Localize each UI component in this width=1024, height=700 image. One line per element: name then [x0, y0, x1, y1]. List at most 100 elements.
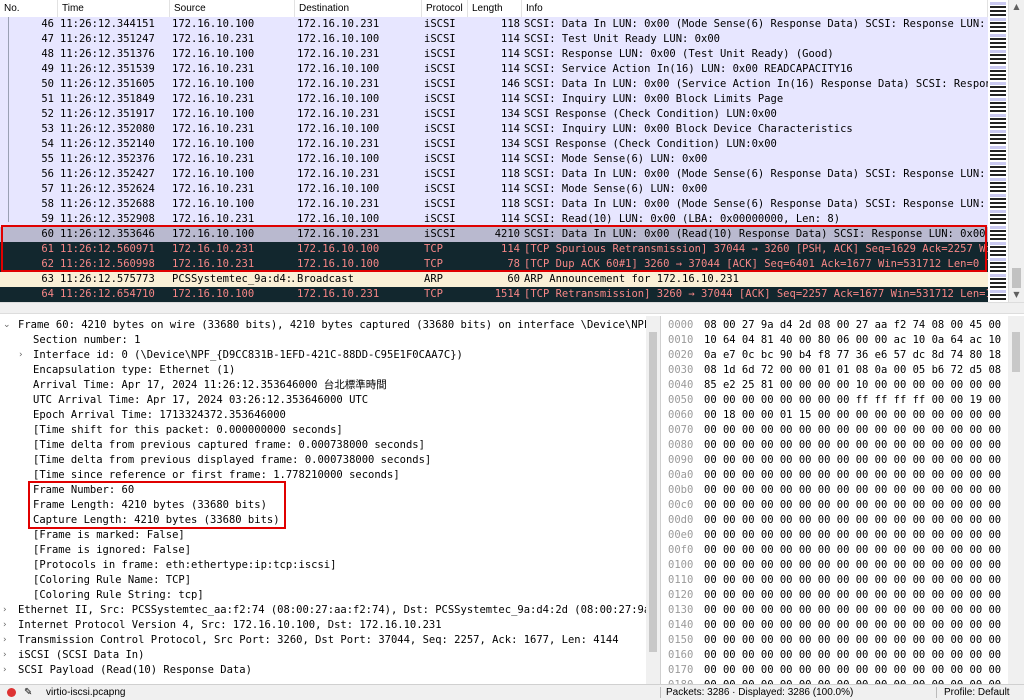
packet-row[interactable]: 52 11:26:12.351917 172.16.10.100 172.16.10.… — [0, 107, 988, 122]
packet-row[interactable]: 50 11:26:12.351605 172.16.10.100 172.16.10.… — [0, 77, 988, 92]
detail-row[interactable]: › SCSI Payload (Read(10) Response Data) — [0, 663, 660, 678]
bytes-row[interactable]: 0090 00 00 00 00 00 00 00 00 00 00 00 00 … — [662, 453, 1008, 468]
bytes-row[interactable]: 0030 08 1d 6d 72 00 00 01 01 08 0a 00 05 … — [662, 363, 1008, 378]
bytes-row[interactable]: 00c0 00 00 00 00 00 00 00 00 00 00 00 00 … — [662, 498, 1008, 513]
detail-row[interactable]: [Protocols in frame: eth:ethertype:ip:tc… — [0, 558, 660, 573]
expand-chevron-icon[interactable]: › — [3, 618, 13, 633]
expand-chevron-icon[interactable]: › — [3, 663, 13, 678]
packet-row[interactable]: 48 11:26:12.351376 172.16.10.100 172.16.10.… — [0, 47, 988, 62]
minimap-stripe — [990, 274, 1006, 277]
bytes-row[interactable]: 0150 00 00 00 00 00 00 00 00 00 00 00 00 … — [662, 633, 1008, 648]
detail-row[interactable]: [Coloring Rule Name: TCP] — [0, 573, 660, 588]
detail-row[interactable]: › Transmission Control Protocol, Src Port… — [0, 633, 660, 648]
packet-row[interactable]: 57 11:26:12.352624 172.16.10.231 172.16.10.… — [0, 182, 988, 197]
bytes-row[interactable]: 0010 10 64 04 81 40 00 80 06 00 00 ac 10 … — [662, 333, 1008, 348]
packet-row[interactable]: 63 11:26:12.575773 PCSSystemtec_9a:d4:… Bro… — [0, 272, 988, 287]
packet-bytes-pane[interactable]: 0000 08 00 27 9a d4 2d 08 00 27 aa f2 74 … — [662, 316, 1008, 684]
bytes-row[interactable]: 00b0 00 00 00 00 00 00 00 00 00 00 00 00 … — [662, 483, 1008, 498]
detail-row[interactable]: [Frame is ignored: False] — [0, 543, 660, 558]
edit-comment-icon[interactable]: ✎ — [24, 685, 32, 700]
bytes-row[interactable]: 0050 00 00 00 00 00 00 00 00 ff ff ff ff … — [662, 393, 1008, 408]
bytes-row[interactable]: 0000 08 00 27 9a d4 2d 08 00 27 aa f2 74 … — [662, 318, 1008, 333]
bytes-row[interactable]: 00d0 00 00 00 00 00 00 00 00 00 00 00 00 … — [662, 513, 1008, 528]
bytes-row[interactable]: 0120 00 00 00 00 00 00 00 00 00 00 00 00 … — [662, 588, 1008, 603]
bytes-row[interactable]: 00e0 00 00 00 00 00 00 00 00 00 00 00 00 … — [662, 528, 1008, 543]
capture-status-icon[interactable] — [7, 688, 16, 697]
col-header-destination[interactable]: Destination — [295, 0, 422, 17]
col-header-length[interactable]: Length — [468, 0, 522, 17]
packet-row[interactable]: 46 11:26:12.344151 172.16.10.100 172.16.10.… — [0, 17, 988, 32]
bytes-row[interactable]: 0020 0a e7 0c bc 90 b4 f8 77 36 e6 57 dc … — [662, 348, 1008, 363]
scroll-up-icon[interactable]: ▲ — [1009, 0, 1024, 14]
expand-chevron-icon[interactable]: › — [3, 603, 13, 618]
packet-row[interactable]: 59 11:26:12.352908 172.16.10.231 172.16.10.… — [0, 212, 988, 227]
detail-row[interactable]: ⌄ Frame 60: 4210 bytes on wire (33680 bit… — [0, 318, 660, 333]
bytes-row[interactable]: 0040 85 e2 25 81 00 00 00 00 10 00 00 00 … — [662, 378, 1008, 393]
detail-row[interactable]: [Time shift for this packet: 0.000000000… — [0, 423, 660, 438]
packet-minimap[interactable] — [988, 0, 1008, 302]
packet-row[interactable]: 58 11:26:12.352688 172.16.10.100 172.16.10.… — [0, 197, 988, 212]
bytes-row[interactable]: 0110 00 00 00 00 00 00 00 00 00 00 00 00 … — [662, 573, 1008, 588]
packet-list-scrollbar[interactable]: ▲ ▼ — [1008, 0, 1024, 302]
packet-row[interactable]: 64 11:26:12.654710 172.16.10.100 172.16.10.… — [0, 287, 988, 302]
detail-row[interactable]: Frame Number: 60 — [0, 483, 660, 498]
packet-row[interactable]: 54 11:26:12.352140 172.16.10.100 172.16.10.… — [0, 137, 988, 152]
profile-indicator[interactable]: Profile: Default — [944, 685, 1010, 700]
packet-row[interactable]: 53 11:26:12.352080 172.16.10.231 172.16.10.… — [0, 122, 988, 137]
packet-row[interactable]: 49 11:26:12.351539 172.16.10.231 172.16.10.… — [0, 62, 988, 77]
minimap-stripe — [990, 26, 1006, 28]
packet-details-pane[interactable]: ⌄ Frame 60: 4210 bytes on wire (33680 bit… — [0, 316, 661, 684]
expand-chevron-icon[interactable]: › — [19, 348, 29, 363]
packet-row[interactable]: 56 11:26:12.352427 172.16.10.100 172.16.10.… — [0, 167, 988, 182]
packet-row[interactable]: 55 11:26:12.352376 172.16.10.231 172.16.10.… — [0, 152, 988, 167]
col-header-protocol[interactable]: Protocol — [422, 0, 468, 17]
bytes-row[interactable]: 0070 00 00 00 00 00 00 00 00 00 00 00 00 … — [662, 423, 1008, 438]
detail-row[interactable]: [Frame is marked: False] — [0, 528, 660, 543]
details-scroll-thumb[interactable] — [649, 332, 657, 652]
detail-row[interactable]: Encapsulation type: Ethernet (1) — [0, 363, 660, 378]
packet-list-hscrollbar[interactable] — [0, 302, 1024, 314]
bytes-scrollbar[interactable] — [1008, 316, 1024, 684]
detail-row[interactable]: Arrival Time: Apr 17, 2024 11:26:12.3536… — [0, 378, 660, 393]
packet-row[interactable]: 47 11:26:12.351247 172.16.10.231 172.16.10.… — [0, 32, 988, 47]
detail-row[interactable]: › Internet Protocol Version 4, Src: 172.1… — [0, 618, 660, 633]
col-header-info[interactable]: Info — [522, 0, 988, 17]
bytes-row[interactable]: 0080 00 00 00 00 00 00 00 00 00 00 00 00 … — [662, 438, 1008, 453]
detail-row[interactable]: [Time delta from previous displayed fram… — [0, 453, 660, 468]
bytes-row[interactable]: 0060 00 18 00 00 01 15 00 00 00 00 00 00 … — [662, 408, 1008, 423]
detail-row[interactable]: Section number: 1 — [0, 333, 660, 348]
detail-row[interactable]: › Interface id: 0 (\Device\NPF_{D9CC831B-… — [0, 348, 660, 363]
detail-row[interactable]: [Coloring Rule String: tcp] — [0, 588, 660, 603]
collapse-chevron-icon[interactable]: ⌄ — [3, 318, 13, 333]
col-header-no[interactable]: No. — [0, 0, 58, 17]
packet-row[interactable]: 61 11:26:12.560971 172.16.10.231 172.16.10.… — [0, 242, 988, 257]
packet-row[interactable]: 51 11:26:12.351849 172.16.10.231 172.16.10.… — [0, 92, 988, 107]
bytes-row[interactable]: 00a0 00 00 00 00 00 00 00 00 00 00 00 00 … — [662, 468, 1008, 483]
col-header-source[interactable]: Source — [170, 0, 295, 17]
bytes-row[interactable]: 00f0 00 00 00 00 00 00 00 00 00 00 00 00 … — [662, 543, 1008, 558]
detail-row[interactable]: Epoch Arrival Time: 1713324372.353646000 — [0, 408, 660, 423]
packet-list[interactable]: No. Time Source Destination Protocol Len… — [0, 0, 988, 302]
detail-row[interactable]: › Ethernet II, Src: PCSSystemtec_aa:f2:74… — [0, 603, 660, 618]
bytes-row[interactable]: 0100 00 00 00 00 00 00 00 00 00 00 00 00 … — [662, 558, 1008, 573]
bytes-row[interactable]: 0160 00 00 00 00 00 00 00 00 00 00 00 00 … — [662, 648, 1008, 663]
expand-chevron-icon[interactable]: › — [3, 648, 13, 663]
details-scrollbar[interactable] — [646, 316, 660, 684]
detail-row[interactable]: › iSCSI (SCSI Data In) — [0, 648, 660, 663]
detail-row[interactable]: UTC Arrival Time: Apr 17, 2024 03:26:12.… — [0, 393, 660, 408]
scroll-thumb[interactable] — [1012, 268, 1021, 288]
packet-row[interactable]: 60 11:26:12.353646 172.16.10.100 172.16.10.… — [0, 227, 988, 242]
bytes-row[interactable]: 0170 00 00 00 00 00 00 00 00 00 00 00 00 … — [662, 663, 1008, 678]
col-header-time[interactable]: Time — [58, 0, 170, 17]
expand-chevron-icon[interactable]: › — [3, 633, 13, 648]
bytes-row[interactable]: 0130 00 00 00 00 00 00 00 00 00 00 00 00 … — [662, 603, 1008, 618]
bytes-hex: 08 00 27 9a d4 2d 08 00 27 aa f2 74 08 0… — [704, 319, 1002, 331]
scroll-down-icon[interactable]: ▼ — [1009, 288, 1024, 302]
detail-row[interactable]: [Time since reference or first frame: 1.… — [0, 468, 660, 483]
detail-row[interactable]: Capture Length: 4210 bytes (33680 bits) — [0, 513, 660, 528]
bytes-scroll-thumb[interactable] — [1012, 332, 1020, 372]
bytes-row[interactable]: 0140 00 00 00 00 00 00 00 00 00 00 00 00 … — [662, 618, 1008, 633]
detail-row[interactable]: Frame Length: 4210 bytes (33680 bits) — [0, 498, 660, 513]
detail-row[interactable]: [Time delta from previous captured frame… — [0, 438, 660, 453]
packet-row[interactable]: 62 11:26:12.560998 172.16.10.231 172.16.10.… — [0, 257, 988, 272]
